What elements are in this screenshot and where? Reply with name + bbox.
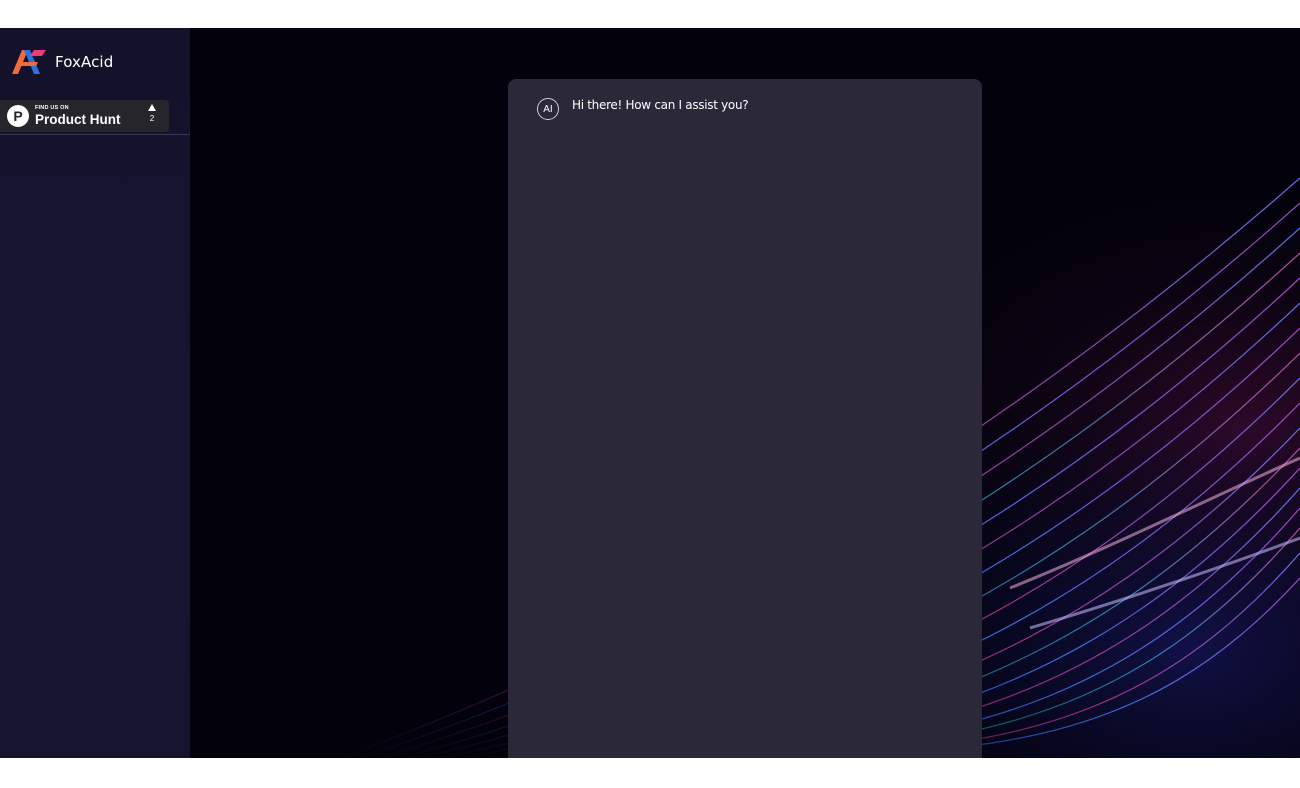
upvote-arrow-icon: [148, 104, 156, 111]
upvote-count: 2: [149, 114, 155, 123]
product-hunt-text: FIND US ON Product Hunt: [35, 104, 121, 127]
sidebar-divider: [0, 134, 190, 135]
app-window: FoxAcid P FIND US ON Product Hunt 2 AI H…: [0, 28, 1300, 758]
product-hunt-logo-letter: P: [13, 108, 23, 124]
ai-avatar: AI: [537, 98, 559, 120]
brand[interactable]: FoxAcid: [12, 48, 113, 76]
chat-panel: AI Hi there! How can I assist you?: [508, 79, 982, 758]
chat-message: AI Hi there! How can I assist you?: [537, 97, 749, 120]
product-hunt-logo-icon: P: [7, 105, 29, 127]
product-hunt-votes: 2: [148, 104, 156, 123]
product-hunt-kicker: FIND US ON: [35, 104, 69, 111]
chat-message-text: Hi there! How can I assist you?: [572, 98, 749, 112]
sidebar: FoxAcid P FIND US ON Product Hunt 2: [0, 28, 190, 758]
foxacid-logo-icon: [12, 50, 46, 74]
brand-name: FoxAcid: [55, 53, 114, 71]
product-hunt-title: Product Hunt: [35, 112, 121, 127]
product-hunt-badge[interactable]: P FIND US ON Product Hunt 2: [0, 100, 169, 132]
ai-avatar-label: AI: [543, 103, 553, 115]
